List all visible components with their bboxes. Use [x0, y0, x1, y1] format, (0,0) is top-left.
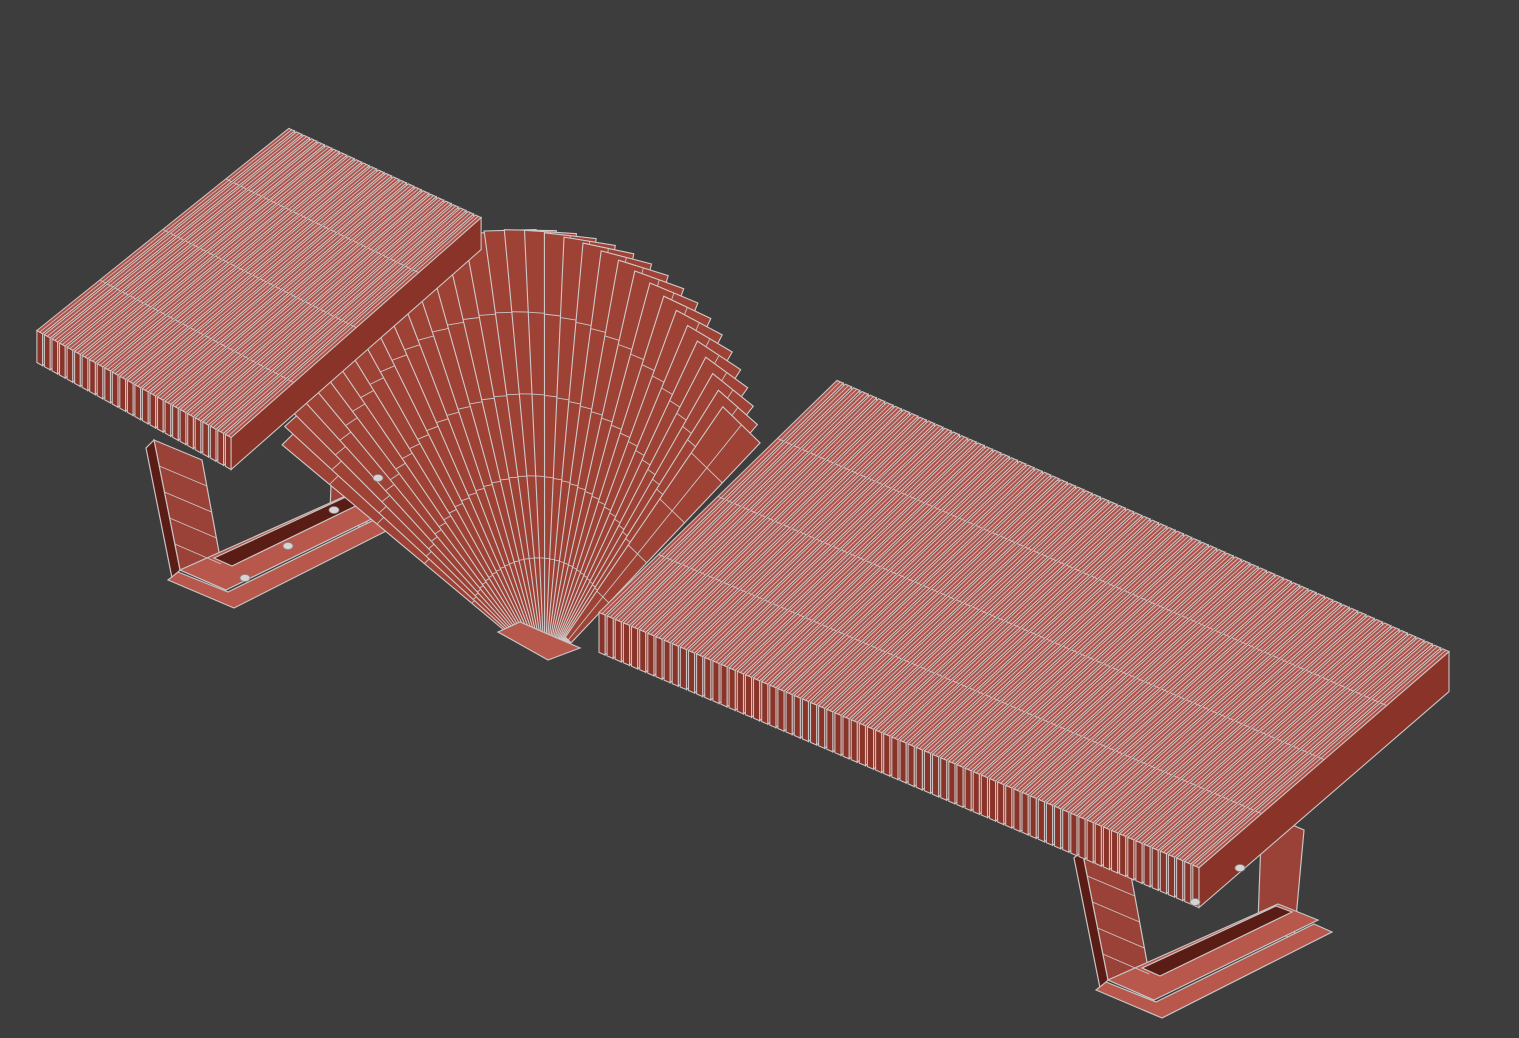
- bench-model-wireframe[interactable]: [0, 0, 1519, 1038]
- bolt: [328, 506, 340, 514]
- bolt: [282, 542, 294, 550]
- 3d-viewport[interactable]: [0, 0, 1519, 1038]
- bolt: [239, 574, 251, 582]
- bolt: [372, 474, 384, 482]
- bolt: [1234, 864, 1246, 872]
- bolt: [1189, 898, 1201, 906]
